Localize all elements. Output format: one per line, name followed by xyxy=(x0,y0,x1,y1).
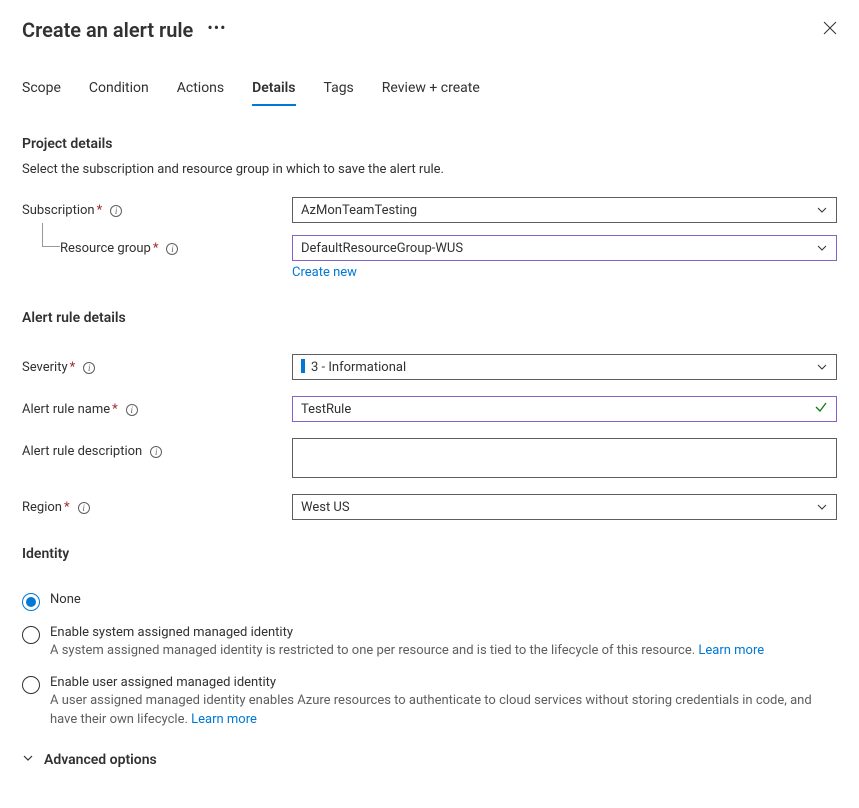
create-new-link[interactable]: Create new xyxy=(292,265,357,280)
identity-user-label: Enable user assigned managed identity xyxy=(50,675,837,690)
advanced-options-label: Advanced options xyxy=(44,752,157,768)
severity-select[interactable]: 3 - Informational xyxy=(292,354,837,380)
required-marker: * xyxy=(64,500,70,515)
info-icon[interactable]: i xyxy=(150,446,162,458)
identity-user-radio[interactable] xyxy=(22,676,40,694)
info-icon[interactable]: i xyxy=(78,502,90,514)
identity-system-label: Enable system assigned managed identity xyxy=(50,625,837,640)
chevron-down-icon xyxy=(816,501,828,513)
severity-label: Severity xyxy=(22,360,68,375)
identity-user-desc: A user assigned managed identity enables… xyxy=(50,692,837,730)
resource-group-value: DefaultResourceGroup-WUS xyxy=(301,241,463,256)
resource-group-label: Resource group xyxy=(60,241,151,256)
resource-group-select[interactable]: DefaultResourceGroup-WUS xyxy=(292,235,837,261)
close-icon xyxy=(823,21,837,35)
section-title-project: Project details xyxy=(22,136,837,152)
section-title-identity: Identity xyxy=(22,546,837,562)
learn-more-link[interactable]: Learn more xyxy=(698,643,764,658)
required-marker: * xyxy=(112,402,118,417)
tab-scope[interactable]: Scope xyxy=(22,80,61,106)
advanced-options-toggle[interactable]: Advanced options xyxy=(22,752,837,768)
region-select[interactable]: West US xyxy=(292,494,837,520)
tab-tags[interactable]: Tags xyxy=(324,80,354,106)
check-icon xyxy=(814,400,828,418)
alert-rule-description-label: Alert rule description xyxy=(22,444,142,459)
alert-rule-name-value: TestRule xyxy=(301,402,351,417)
identity-system-desc: A system assigned managed identity is re… xyxy=(50,642,837,661)
info-icon[interactable]: i xyxy=(126,404,138,416)
section-subtitle-project: Select the subscription and resource gro… xyxy=(22,162,837,177)
region-value: West US xyxy=(301,500,350,515)
required-marker: * xyxy=(153,241,159,256)
tab-condition[interactable]: Condition xyxy=(89,80,149,106)
chevron-down-icon xyxy=(816,361,828,373)
tab-actions[interactable]: Actions xyxy=(177,80,224,106)
hierarchy-line xyxy=(42,223,60,247)
info-icon[interactable]: i xyxy=(83,362,95,374)
severity-color-marker xyxy=(301,359,305,373)
alert-rule-name-label: Alert rule name xyxy=(22,402,110,417)
chevron-down-icon xyxy=(816,204,828,216)
section-title-details: Alert rule details xyxy=(22,310,837,326)
more-actions-button[interactable]: ••• xyxy=(207,20,226,36)
region-label: Region xyxy=(22,500,62,515)
identity-system-radio[interactable] xyxy=(22,626,40,644)
subscription-select[interactable]: AzMonTeamTesting xyxy=(292,197,837,223)
subscription-label: Subscription xyxy=(22,203,95,218)
tab-bar: Scope Condition Actions Details Tags Rev… xyxy=(22,80,837,106)
tab-review-create[interactable]: Review + create xyxy=(382,80,480,106)
required-marker: * xyxy=(70,360,76,375)
identity-none-radio[interactable] xyxy=(22,593,40,611)
severity-value: 3 - Informational xyxy=(311,360,406,375)
required-marker: * xyxy=(97,203,103,218)
info-icon[interactable]: i xyxy=(166,243,178,255)
close-button[interactable] xyxy=(823,21,837,39)
alert-rule-description-input[interactable] xyxy=(292,438,837,478)
page-title: Create an alert rule xyxy=(22,18,193,42)
chevron-down-icon xyxy=(816,242,828,254)
identity-none-label: None xyxy=(50,592,837,607)
chevron-down-icon xyxy=(22,752,34,768)
info-icon[interactable]: i xyxy=(110,205,122,217)
subscription-value: AzMonTeamTesting xyxy=(301,203,417,218)
alert-rule-name-input[interactable]: TestRule xyxy=(292,396,837,422)
learn-more-link[interactable]: Learn more xyxy=(191,712,257,727)
tab-details[interactable]: Details xyxy=(252,80,295,106)
